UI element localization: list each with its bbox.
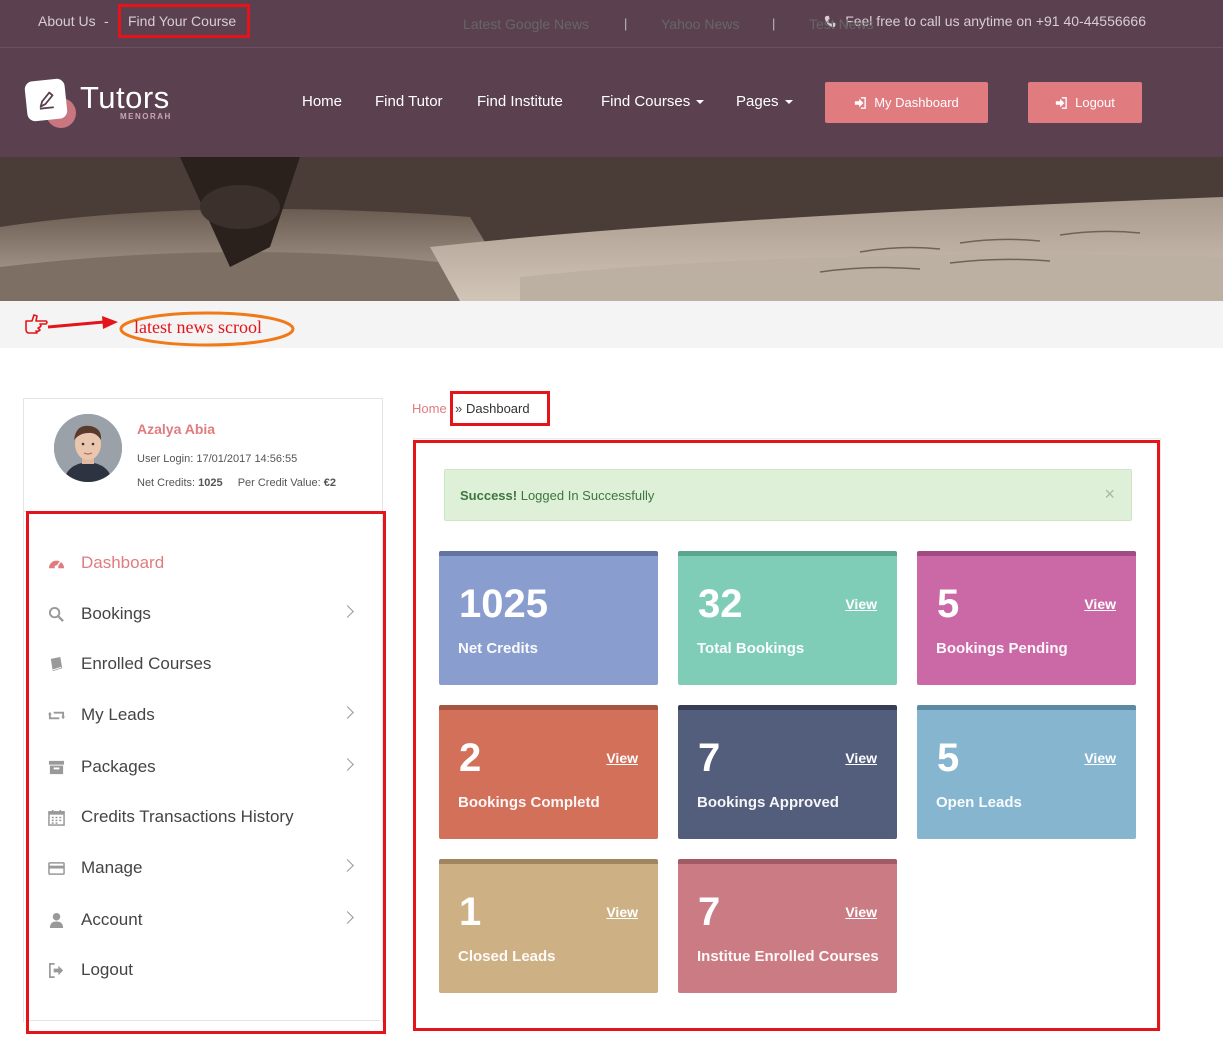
nav-pages[interactable]: Pages [736,93,793,110]
hero-banner-image [0,157,1223,301]
user-photo [54,414,122,482]
profile-name[interactable]: Azalya Abia [137,421,215,437]
about-us-link[interactable]: About Us [38,13,96,29]
nav-find-tutor[interactable]: Find Tutor [375,93,443,110]
caret-down-icon [696,100,705,105]
login-value: 17/01/2017 14:56:55 [196,453,298,465]
breadcrumb-home[interactable]: Home [412,401,447,416]
news-item-yahoo[interactable]: Yahoo News [661,16,739,32]
logout-label: Logout [1075,95,1115,110]
nav-find-courses-label: Find Courses [601,93,691,110]
per-credit-label: Per Credit Value: [237,477,321,489]
avatar [54,414,122,482]
news-separator: | [624,16,628,31]
logo-subtitle: MENORAH [120,112,172,121]
pencil-icon [24,78,68,122]
profile-login-line: User Login: 17/01/2017 14:56:55 [137,453,297,465]
caret-down-icon [784,100,793,105]
annotation-box-find-course [118,4,250,38]
annotation-box-dashboard [413,440,1160,1031]
sign-in-icon [1055,96,1067,109]
open-book-illustration [0,157,1223,301]
logo-brand-text: Tutors [80,80,170,115]
annotation-arrow [47,316,118,329]
page: About Us - Find Your Course Feel free to… [0,0,1223,1048]
nav-find-institute[interactable]: Find Institute [477,93,563,110]
nav-pages-label: Pages [736,93,779,110]
news-item-google[interactable]: Latest Google News [463,16,589,32]
profile-credits-line: Net Credits: 1025 Per Credit Value: €2 [137,477,336,489]
nav-find-courses[interactable]: Find Courses [601,93,705,110]
sign-in-icon [855,96,867,109]
news-separator: | [772,16,776,31]
topbar-separator: - [104,13,109,29]
my-dashboard-label: My Dashboard [874,95,959,110]
per-credit-value: €2 [323,477,336,489]
logout-button[interactable]: Logout [1028,82,1142,123]
login-label: User Login: [137,453,194,465]
net-credits-label: Net Credits: [137,477,196,489]
annotation-box-breadcrumb [450,391,550,426]
annotation-box-sidebar [26,511,386,1034]
site-logo[interactable]: Tutors MENORAH [24,78,184,130]
header-divider [0,47,1223,48]
my-dashboard-button[interactable]: My Dashboard [825,82,988,123]
nav-home[interactable]: Home [302,93,342,110]
news-item-test[interactable]: Test News [809,16,874,32]
net-credits-value: 1025 [198,477,223,489]
annotation-latest-news: latest news scrool [134,317,262,337]
phone-text: Feel free to call us anytime on +91 40-4… [845,13,1146,29]
